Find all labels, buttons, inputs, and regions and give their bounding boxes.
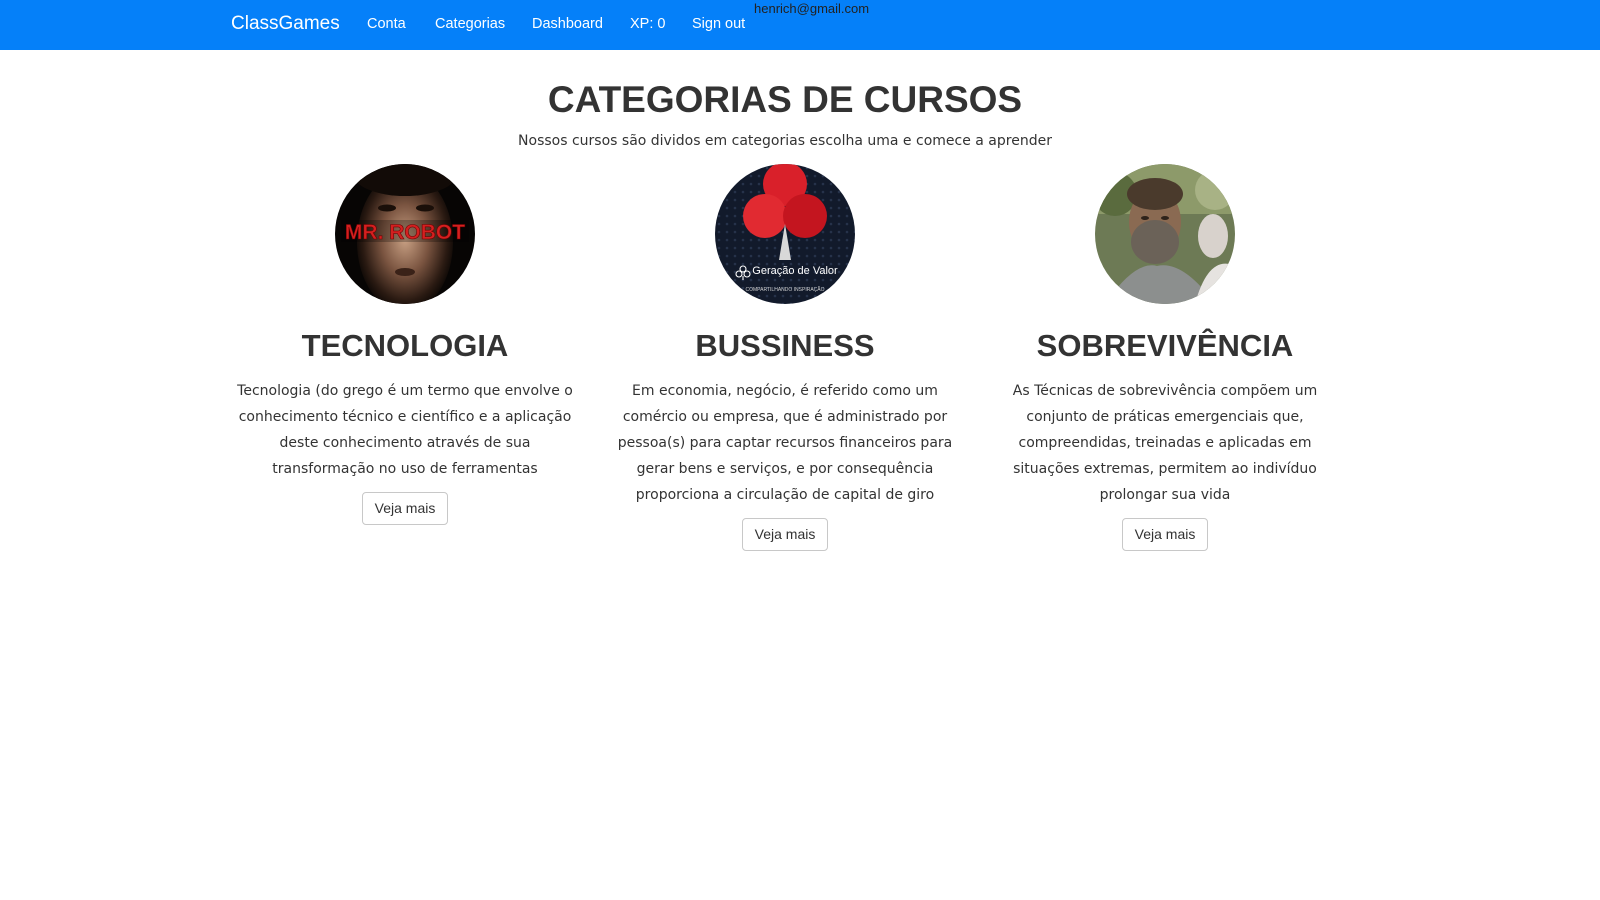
nav-link-xp[interactable]: XP: 0	[630, 16, 665, 32]
nav-link-sign-out[interactable]: Sign out	[692, 16, 745, 32]
mr-robot-logo: MR. ROBOT	[345, 221, 465, 244]
category-desc-tecnologia: Tecnologia (do grego é um termo que envo…	[237, 383, 573, 477]
geracao-de-valor-tagline: COMPARTILHANDO INSPIRAÇÃO	[746, 286, 825, 293]
veja-mais-button-tecnologia[interactable]: Veja mais	[361, 492, 449, 525]
tecnologia-image: MR. ROBOT	[335, 164, 475, 304]
category-title-tecnologia: TECNOLOGIA	[301, 328, 509, 363]
nav-link-conta[interactable]: Conta	[367, 16, 406, 32]
page-subtitle: Nossos cursos são dividos em categorias …	[518, 133, 1052, 149]
brand-link[interactable]: ClassGames	[231, 13, 340, 35]
user-email: henrich@gmail.com	[754, 1, 870, 16]
category-card-bussiness: Geração de Valor COMPARTILHANDO INSPIRAÇ…	[615, 164, 955, 551]
bussiness-image: Geração de Valor COMPARTILHANDO INSPIRAÇ…	[715, 164, 855, 304]
category-card-sobrevivencia: SOBREVIVÊNCIA As Técnicas de sobrevivênc…	[995, 164, 1335, 551]
category-desc-bussiness: Em economia, negócio, é referido como um…	[617, 383, 953, 503]
category-title-sobrevivencia: SOBREVIVÊNCIA	[1036, 328, 1294, 363]
veja-mais-button-sobrevivencia[interactable]: Veja mais	[1121, 518, 1209, 551]
category-title-bussiness: BUSSINESS	[695, 328, 875, 363]
top-navbar: ClassGames Conta Categorias Dashboard XP…	[0, 0, 1600, 50]
geracao-de-valor-logo: Geração de Valor	[752, 265, 838, 277]
category-desc-sobrevivencia: As Técnicas de sobrevivência compõem um …	[1012, 383, 1318, 503]
nav-link-categorias[interactable]: Categorias	[435, 16, 505, 32]
veja-mais-button-bussiness[interactable]: Veja mais	[741, 518, 829, 551]
sobrevivencia-image	[1095, 164, 1235, 304]
nav-link-dashboard[interactable]: Dashboard	[532, 16, 603, 32]
page-title: CATEGORIAS DE CURSOS	[547, 79, 1023, 120]
category-card-tecnologia: MR. ROBOT TECNOLOGIA Tecnologia (do greg…	[235, 164, 575, 525]
